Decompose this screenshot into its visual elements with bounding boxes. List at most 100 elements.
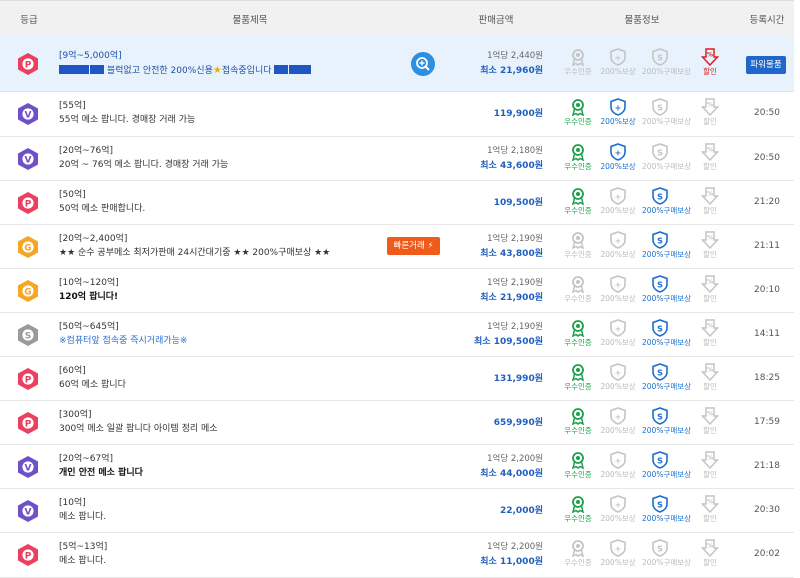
shield-s-icon: S	[642, 275, 678, 293]
svg-text:%: %	[707, 543, 713, 550]
purchase-comp-badge: S 200%구매보상	[642, 98, 691, 127]
item-row[interactable]: V [20억~76억] 20억 ~ 76억 메소 팝니다. 경매장 거래 가능 1억당…	[0, 137, 794, 181]
item-row[interactable]: G [10억~120억] 120억 팝니다! 1억당 2,190원 최소 21,900원…	[0, 269, 794, 313]
lightning-icon: ⚡	[427, 241, 434, 251]
svg-text:V: V	[25, 507, 32, 517]
svg-text:%: %	[707, 52, 713, 59]
svg-text:G: G	[24, 243, 31, 253]
discount-badge: % 할인	[692, 539, 728, 568]
svg-text:S: S	[657, 236, 663, 245]
medal-icon	[560, 143, 596, 161]
grade-p-icon: P	[17, 411, 39, 435]
verified-badge: 우수인증	[560, 539, 596, 568]
item-description[interactable]: 메소 팝니다.	[59, 510, 389, 525]
item-title[interactable]: [20억~67억] 개인 안전 메소 팝니다	[59, 452, 389, 481]
verified-badge: 우수인증	[560, 48, 596, 77]
fast-trade-button[interactable]: 빠른거래 ⚡	[387, 237, 440, 255]
svg-text:+: +	[615, 192, 622, 201]
power-item-button[interactable]: 파워물품	[746, 56, 786, 74]
item-row[interactable]: P [300억] 300억 메소 일괄 팝니다 아이템 정리 메소 659,990원 우…	[0, 401, 794, 445]
min-price: 최소 21,900원	[480, 293, 543, 303]
item-row[interactable]: S [50억~645억] ※컴퓨터앞 접속중 즉시거래가능※ 1억당 2,190원 최소…	[0, 313, 794, 357]
discount-badge: % 할인	[692, 407, 728, 436]
item-description[interactable]: 60억 메소 팝니다	[59, 378, 389, 393]
item-description[interactable]: 20억 ~ 76억 메소 팝니다. 경매장 거래 가능	[59, 158, 389, 173]
registered-time: 20:50	[754, 153, 780, 163]
svg-text:+: +	[615, 53, 622, 62]
item-title[interactable]: [5억~13억] 메소 팝니다.	[59, 540, 389, 569]
item-title[interactable]: [20억~2,400억] ★★ 순수 공부메소 최저가판매 24시간대기중 ★★ …	[59, 232, 389, 261]
svg-text:S: S	[657, 544, 663, 553]
purchase-comp-badge: S 200%구매보상	[642, 48, 691, 77]
verified-badge: 우수인증	[560, 451, 596, 480]
item-title[interactable]: [55억] 55억 메소 팝니다. 경매장 거래 가능	[59, 99, 389, 128]
item-row[interactable]: P [50억] 50억 메소 판매합니다. 109,500원 우수인증 +200%보상 S 2…	[0, 181, 794, 225]
item-title[interactable]: [10억~120억] 120억 팝니다!	[59, 276, 389, 305]
item-description[interactable]: 개인 안전 메소 팝니다	[59, 466, 389, 481]
item-title[interactable]: [9억~5,000억] 블럭없고 안전한 200%신용★접속중입니다	[59, 49, 389, 79]
svg-text:+: +	[615, 412, 622, 421]
item-title[interactable]: [20억~76억] 20억 ~ 76억 메소 팝니다. 경매장 거래 가능	[59, 144, 389, 173]
verified-badge: 우수인증	[560, 275, 596, 304]
svg-text:%: %	[707, 499, 713, 506]
svg-text:%: %	[707, 235, 713, 242]
item-range: [9억~5,000억]	[59, 51, 122, 61]
shield-s-icon: S	[642, 48, 678, 66]
compensation-badge: +200%보상	[600, 98, 636, 127]
purchase-comp-badge: S 200%구매보상	[642, 231, 691, 260]
item-description[interactable]: 120억 팝니다!	[59, 290, 389, 305]
item-row[interactable]: V [55억] 55억 메소 팝니다. 경매장 거래 가능 119,900원 우수인증 +…	[0, 92, 794, 137]
registered-time: 21:11	[754, 241, 780, 251]
shield-plus-icon: +	[600, 187, 636, 205]
item-title[interactable]: [60억] 60억 메소 팝니다	[59, 364, 389, 393]
shield-plus-icon: +	[600, 407, 636, 425]
compensation-badge: +200%보상	[600, 48, 636, 77]
item-title[interactable]: [10억] 메소 팝니다.	[59, 496, 389, 525]
item-description[interactable]: ★★ 순수 공부메소 최저가판매 24시간대기중 ★★ 200%구매보상 ★★	[59, 246, 389, 261]
item-row[interactable]: P [60억] 60억 메소 팝니다 131,990원 우수인증 +200%보상 S 200%…	[0, 357, 794, 401]
unit-price: 1억당 2,200원	[487, 454, 543, 464]
price-block: 119,900원	[494, 107, 543, 122]
compensation-badge: +200%보상	[600, 495, 636, 524]
item-description[interactable]: ※컴퓨터앞 접속중 즉시거래가능※	[59, 334, 389, 349]
price-block: 1억당 2,190원 최소 21,900원	[480, 276, 543, 306]
purchase-comp-badge: S 200%구매보상	[642, 363, 691, 392]
compensation-badge: +200%보상	[600, 187, 636, 216]
discount-tag-icon: %	[692, 48, 728, 66]
shield-plus-icon: +	[600, 48, 636, 66]
highlight-bar	[274, 65, 289, 74]
total-price: 659,990원	[493, 418, 543, 428]
item-range: [10억]	[59, 498, 86, 508]
item-description[interactable]: 300억 메소 일괄 팝니다 아이템 정리 메소	[59, 422, 389, 437]
item-title[interactable]: [50억] 50억 메소 판매합니다.	[59, 188, 389, 217]
min-price: 최소 43,800원	[480, 249, 543, 259]
grade-p-icon: P	[17, 191, 39, 215]
purchase-comp-badge: S 200%구매보상	[642, 451, 691, 480]
item-title[interactable]: [300억] 300억 메소 일괄 팝니다 아이템 정리 메소	[59, 408, 389, 437]
svg-text:%: %	[707, 279, 713, 286]
featured-item-row[interactable]: P [9억~5,000억] 블럭없고 안전한 200%신용★접속중입니다 1억당 …	[0, 36, 794, 92]
header-grade: 등급	[20, 15, 38, 26]
highlight-bar	[289, 65, 312, 74]
item-title[interactable]: [50억~645억] ※컴퓨터앞 접속중 즉시거래가능※	[59, 320, 389, 349]
item-range: [300억]	[59, 410, 92, 420]
item-row[interactable]: V [20억~67억] 개인 안전 메소 팝니다 1억당 2,200원 최소 44,00…	[0, 445, 794, 489]
discount-tag-icon: %	[692, 407, 728, 425]
item-description[interactable]: 메소 팝니다.	[59, 554, 389, 569]
grade-v-icon: V	[17, 147, 39, 171]
compensation-badge: +200%보상	[600, 231, 636, 260]
item-row[interactable]: G [20억~2,400억] ★★ 순수 공부메소 최저가판매 24시간대기중 ★★…	[0, 225, 794, 269]
item-description[interactable]: 50억 메소 판매합니다.	[59, 202, 389, 217]
discount-badge: % 할인	[692, 363, 728, 392]
item-row[interactable]: V [10억] 메소 팝니다. 22,000원 우수인증 +200%보상 S 200%구매보상…	[0, 489, 794, 533]
svg-text:S: S	[657, 500, 663, 509]
item-row[interactable]: P [5억~13억] 메소 팝니다. 1억당 2,200원 최소 11,000원 우수인증…	[0, 533, 794, 578]
item-description[interactable]: 55억 메소 팝니다. 경매장 거래 가능	[59, 113, 389, 128]
magnifier-icon[interactable]	[411, 52, 435, 76]
medal-icon	[560, 363, 596, 381]
unit-price: 1억당 2,180원	[487, 146, 543, 156]
shield-s-icon: S	[642, 363, 678, 381]
discount-badge: % 할인	[692, 275, 728, 304]
item-description[interactable]: 블럭없고 안전한 200%신용★접속중입니다	[59, 63, 389, 79]
item-range: [60억]	[59, 366, 86, 376]
